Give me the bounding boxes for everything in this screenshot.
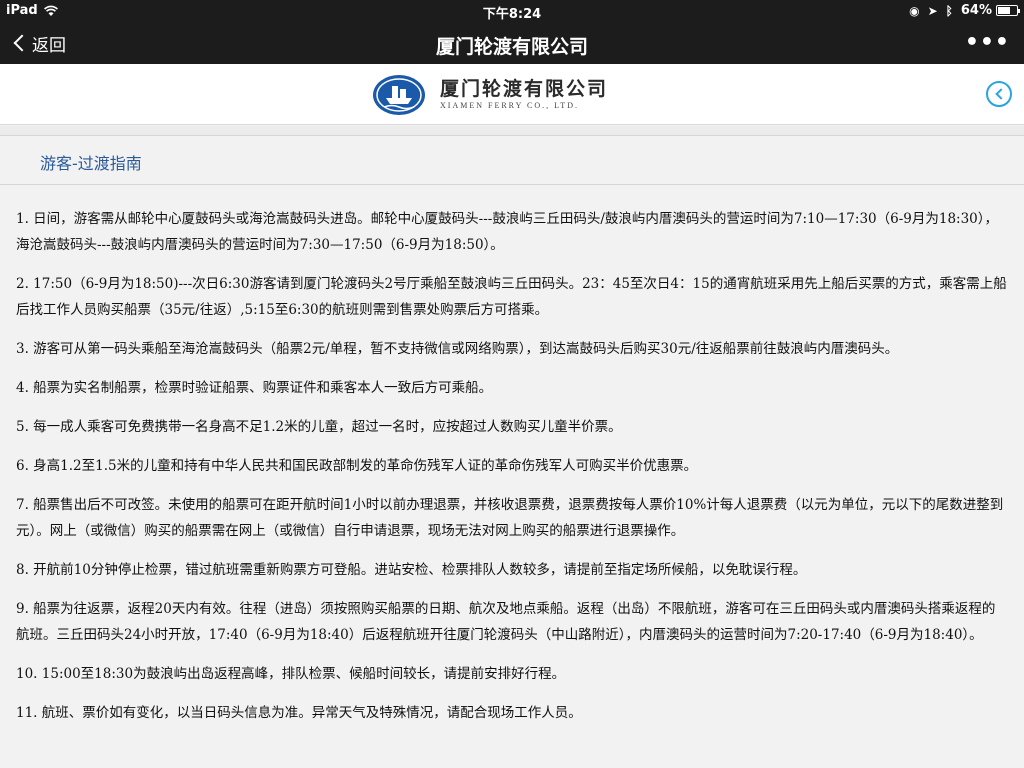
more-options-button[interactable]: ••• — [965, 30, 1010, 55]
location-icon: ➤ — [927, 3, 938, 18]
circle-back-button[interactable] — [986, 81, 1012, 107]
nav-title: 厦门轮渡有限公司 — [435, 36, 588, 58]
status-bar: iPad 下午8:24 ◉ ➤ ᛒ 64% — [0, 0, 1024, 22]
orientation-lock-icon: ◉ — [909, 3, 920, 18]
guide-paragraph-2: 2. 17:50（6-9月为18:50)---次日6:30游客请到厦门轮渡码头2… — [16, 276, 1007, 318]
bluetooth-icon: ᛒ — [945, 3, 953, 18]
header-divider — [0, 126, 1024, 136]
status-right: ◉ ➤ ᛒ 64% — [909, 3, 1020, 18]
section-header: 游客-过渡指南 — [0, 137, 1024, 185]
logo-text: 厦门轮渡有限公司 XIAMEN FERRY CO., LTD. — [440, 78, 608, 112]
logo-name-cn: 厦门轮渡有限公司 — [440, 78, 609, 100]
guide-paragraph-6: 6. 身高1.2至1.5米的儿童和持有中华人民共和国民政部制发的革命伤残军人证的… — [16, 458, 698, 474]
company-logo: 厦门轮渡有限公司 XIAMEN FERRY CO., LTD. — [372, 72, 608, 118]
guide-paragraph-10: 10. 15:00至18:30为鼓浪屿出岛返程高峰，排队检票、候船时间较长，请提… — [16, 666, 566, 682]
guide-paragraph-7: 7. 船票售出后不可改签。未使用的船票可在距开航时间1小时以前办理退票，并核收退… — [16, 497, 1004, 539]
logo-name-en: XIAMEN FERRY CO., LTD. — [440, 101, 579, 110]
guide-paragraph-11: 11. 航班、票价如有变化，以当日码头信息为准。异常天气及特殊情况，请配合现场工… — [16, 705, 582, 721]
status-time: 下午8:24 — [482, 7, 542, 22]
nav-bar: 返回 厦门轮渡有限公司 ••• — [0, 22, 1024, 64]
guide-paragraph-1: 1. 日间，游客需从邮轮中心厦鼓码头或海沧嵩鼓码头进岛。邮轮中心厦鼓码头---鼓… — [16, 211, 999, 253]
guide-paragraph-9: 9. 船票为往返票，返程20天内有效。往程（进岛）须按照购买船票的日期、航次及地… — [16, 601, 996, 643]
battery-fill — [998, 7, 1010, 14]
logo-header: 厦门轮渡有限公司 XIAMEN FERRY CO., LTD. — [0, 64, 1024, 125]
guide-paragraph-3: 3. 游客可从第一码头乘船至海沧嵩鼓码头（船票2元/单程，暂不支持微信或网络购票… — [16, 341, 899, 357]
guide-paragraph-4: 4. 船票为实名制船票，检票时验证船票、购票证件和乘客本人一致后方可乘船。 — [16, 380, 493, 396]
battery-icon — [996, 5, 1020, 16]
guide-content: 1. 日间，游客需从邮轮中心厦鼓码头或海沧嵩鼓码头进岛。邮轮中心厦鼓码头---鼓… — [0, 186, 1024, 768]
guide-paragraph-5: 5. 每一成人乘客可免费携带一名身高不足1.2米的儿童，超过一名时，应按超过人数… — [16, 419, 622, 435]
guide-paragraph-8: 8. 开航前10分钟停止检票，错过航班需重新购票方可登船。进站安检、检票排队人数… — [16, 562, 807, 578]
ferry-emblem-icon — [373, 75, 425, 115]
battery-percent: 64% — [960, 3, 992, 18]
chevron-left-icon — [995, 88, 1007, 100]
section-title: 游客-过渡指南 — [40, 154, 142, 173]
